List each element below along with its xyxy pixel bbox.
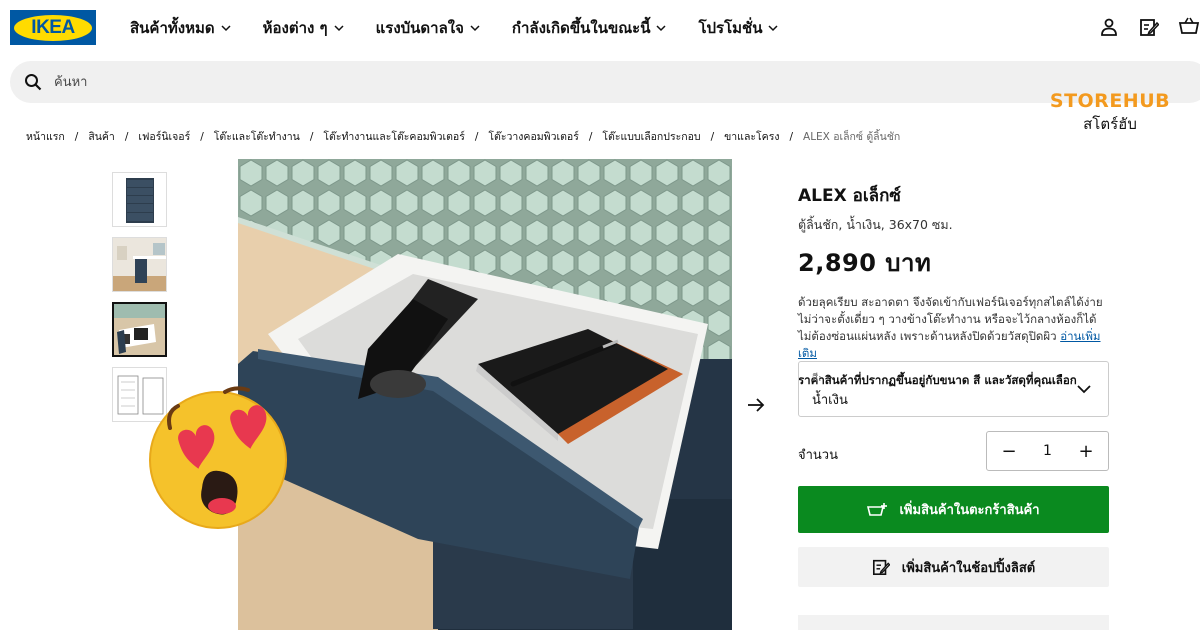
user-icon[interactable] [1098,16,1120,38]
color-value: น้ำเงิน [812,393,848,408]
search-bar[interactable] [10,61,1200,103]
product-description: ตู้ลิ้นชัก, น้ำเงิน, 36x70 ซม. [798,217,953,232]
breadcrumb: หน้าแรก / สินค้า / เฟอร์นิเจอร์ / โต๊ะและโต… [26,128,900,145]
product-info-panel: ALEX อเล็กซ์ ตู้ลิ้นชัก, น้ำเงิน, 36x70 … [798,182,1110,390]
breadcrumb-item[interactable]: เฟอร์นิเจอร์ [138,128,190,145]
next-section-bar [798,615,1109,630]
thumbnail-1[interactable] [112,172,167,227]
header-icons [1098,16,1200,38]
cart-icon[interactable] [1178,16,1200,38]
breadcrumb-item[interactable]: โต๊ะและโต๊ะทำงาน [214,128,300,145]
breadcrumb-item[interactable]: โต๊ะทำงานและโต๊ะคอมพิวเตอร์ [323,128,464,145]
nav-item-happening-now[interactable]: กำลังเกิดขึ้นในขณะนี้ [512,16,667,40]
thumbnail-3-active[interactable] [112,302,167,357]
color-select[interactable]: สี: น้ำเงิน [798,361,1109,417]
ikea-logo[interactable]: IKEA [10,10,96,45]
search-input[interactable] [54,74,854,90]
nav-item-all-products[interactable]: สินค้าทั้งหมด [130,16,231,40]
increase-quantity-button[interactable]: + [1076,441,1096,462]
quantity-value[interactable]: 1 [1043,443,1052,459]
search-icon [25,74,42,91]
chevron-down-icon [334,25,344,32]
product-long-description: ด้วยลุคเรียบ สะอาดตา จึงจัดเข้ากับเฟอร์น… [798,295,1103,360]
main-nav: สินค้าทั้งหมด ห้องต่าง ๆ แรงบันดาลใจ กำล… [130,16,810,40]
quantity-label: จำนวน [798,448,838,463]
breadcrumb-item[interactable]: หน้าแรก [26,128,65,145]
main-product-image[interactable] [238,159,732,630]
quantity-stepper: − 1 + [986,431,1109,471]
logo-text: IKEA [31,16,75,38]
decrease-quantity-button[interactable]: − [999,441,1019,462]
nav-item-inspiration[interactable]: แรงบันดาลใจ [376,16,480,40]
chevron-down-icon [1077,385,1091,394]
add-to-cart-button[interactable]: เพิ่มสินค้าในตะกร้าสินค้า [798,486,1109,533]
breadcrumb-item[interactable]: ขาและโครง [724,128,779,145]
edit-list-icon[interactable] [1138,16,1160,38]
color-label: สี: [812,373,822,384]
breadcrumb-item[interactable]: สินค้า [88,128,115,145]
product-name: ALEX อเล็กซ์ [798,186,901,206]
next-image-arrow-icon[interactable] [745,394,767,416]
breadcrumb-current: ALEX อเล็กซ์ ตู้ลิ้นชัก [803,131,901,143]
nav-item-promotions[interactable]: โปรโมชั่น [698,16,778,40]
product-price: 2,890 บาท [798,249,932,277]
heart-eyes-emoji-icon [140,380,290,530]
chevron-down-icon [470,25,480,32]
add-to-shopping-list-button[interactable]: เพิ่มสินค้าในช้อปปิ้งลิสต์ [798,547,1109,587]
chevron-down-icon [768,25,778,32]
thumbnail-2[interactable] [112,237,167,292]
chevron-down-icon [221,25,231,32]
breadcrumb-item[interactable]: โต๊ะแบบเลือกประกอบ [602,128,700,145]
edit-list-icon [872,559,890,576]
cart-plus-icon [867,502,888,516]
nav-item-rooms[interactable]: ห้องต่าง ๆ [263,16,344,40]
storehub-watermark: STOREHUB สโตร์ฮับ [1049,90,1171,133]
breadcrumb-item[interactable]: โต๊ะวางคอมพิวเตอร์ [488,128,578,145]
chevron-down-icon [656,25,666,32]
